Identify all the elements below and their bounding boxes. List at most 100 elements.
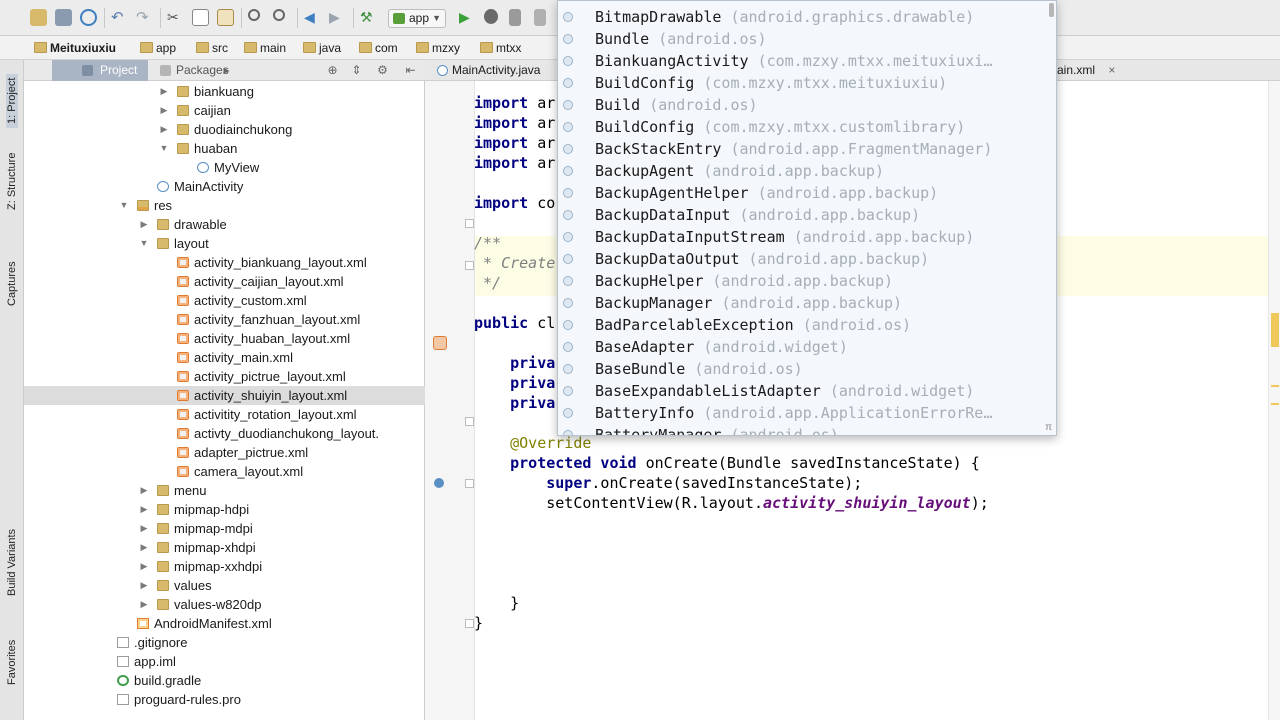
collapse-all-icon[interactable]: ⇕ — [350, 64, 363, 77]
completion-item[interactable]: BackupDataInputStream (android.app.backu… — [558, 226, 1046, 248]
tree-item[interactable]: adapter_pictrue.xml — [24, 443, 425, 462]
redo-icon[interactable]: ↷ — [136, 9, 153, 26]
breadcrumb-item[interactable]: src — [196, 40, 228, 56]
completion-item[interactable]: BackupDataOutput (android.app.backup) — [558, 248, 1046, 270]
make-project-hammer-icon[interactable]: ⚒ — [360, 9, 377, 26]
back-arrow-icon[interactable]: ◀ — [304, 9, 321, 26]
completion-item[interactable]: BatteryInfo (android.app.ApplicationErro… — [558, 402, 1046, 424]
tree-item[interactable]: MainActivity — [24, 177, 425, 196]
tree-item[interactable]: ▶ mipmap-xhdpi — [24, 538, 425, 557]
expand-right-icon[interactable]: ▶ — [159, 82, 169, 101]
completion-item[interactable]: BuildConfig (com.mzxy.mtxx.meituxiuxiu) — [558, 72, 1046, 94]
run-icon[interactable]: ▶ — [459, 9, 476, 26]
tree-item[interactable]: ▶ caijian — [24, 101, 425, 120]
captures-tool-tab[interactable]: Captures — [6, 261, 18, 306]
fold-marker[interactable] — [465, 219, 474, 228]
open-folder-icon[interactable] — [30, 9, 47, 26]
tree-item[interactable]: activity_huaban_layout.xml — [24, 329, 425, 348]
fold-marker[interactable] — [465, 417, 474, 426]
completion-item[interactable]: BaseExpandableListAdapter (android.widge… — [558, 380, 1046, 402]
tab-project[interactable]: Project — [52, 60, 148, 81]
save-all-icon[interactable] — [55, 9, 72, 26]
code-line[interactable]: import ar — [474, 153, 555, 173]
find-icon[interactable] — [248, 9, 260, 21]
tree-item[interactable]: ▶ mipmap-mdpi — [24, 519, 425, 538]
code-line[interactable]: } — [474, 593, 519, 613]
breadcrumb-item[interactable]: main — [244, 40, 286, 56]
tree-item[interactable]: build.gradle — [24, 671, 425, 690]
debug-icon[interactable] — [484, 9, 498, 24]
code-line[interactable]: setContentView(R.layout.activity_shuiyin… — [474, 493, 989, 513]
breadcrumb-item[interactable]: Meituxiuxiu — [34, 40, 116, 56]
completion-item[interactable]: BackupAgentHelper (android.app.backup) — [558, 182, 1046, 204]
expand-right-icon[interactable]: ▶ — [139, 557, 149, 576]
tree-item[interactable]: camera_layout.xml — [24, 462, 425, 481]
attach-debugger-icon[interactable] — [534, 9, 546, 26]
activity-layout-marker-icon[interactable] — [433, 336, 447, 350]
expand-right-icon[interactable]: ▶ — [159, 120, 169, 139]
tree-item[interactable]: ▶ drawable — [24, 215, 425, 234]
code-completion-popup[interactable]: BitmapDrawable (android.graphics.drawabl… — [557, 0, 1057, 436]
completion-item[interactable]: BackupManager (android.app.backup) — [558, 292, 1046, 314]
breadcrumb-item[interactable]: mtxx — [480, 40, 521, 56]
code-line[interactable]: import ar — [474, 93, 555, 113]
override-method-icon[interactable] — [434, 478, 444, 488]
tree-item[interactable]: activity_main.xml — [24, 348, 425, 367]
tree-item[interactable]: ▼ res — [24, 196, 425, 215]
sync-icon[interactable] — [80, 9, 97, 26]
code-line[interactable]: priva — [474, 353, 555, 373]
completion-scrollbar-thumb[interactable] — [1049, 3, 1054, 17]
breadcrumb-item[interactable]: com — [359, 40, 398, 56]
tree-item[interactable]: activity_pictrue_layout.xml — [24, 367, 425, 386]
run-configuration-dropdown[interactable]: app ▼ — [388, 9, 446, 28]
gear-icon[interactable]: ⚙ — [376, 64, 389, 77]
completion-item[interactable]: BackupDataInput (android.app.backup) — [558, 204, 1046, 226]
tree-item[interactable]: .gitignore — [24, 633, 425, 652]
tree-item[interactable]: ▶ values — [24, 576, 425, 595]
favorites-tool-tab[interactable]: Favorites — [6, 640, 18, 685]
tree-item[interactable]: activitity_rotation_layout.xml — [24, 405, 425, 424]
completion-item[interactable]: BackStackEntry (android.app.FragmentMana… — [558, 138, 1046, 160]
undo-icon[interactable]: ↶ — [111, 9, 128, 26]
completion-item[interactable]: Build (android.os) — [558, 94, 1046, 116]
tree-item[interactable]: ▶ menu — [24, 481, 425, 500]
replace-icon[interactable] — [273, 9, 285, 21]
expand-right-icon[interactable]: ▶ — [139, 215, 149, 234]
warning-stripe-mark[interactable] — [1271, 403, 1279, 405]
tree-item[interactable]: proguard-rules.pro — [24, 690, 425, 709]
completion-item[interactable]: Bundle (android.os) — [558, 28, 1046, 50]
fold-marker[interactable] — [465, 261, 474, 270]
code-line[interactable]: public cl — [474, 313, 555, 333]
code-line[interactable]: import co — [474, 193, 555, 213]
structure-tool-tab[interactable]: Z: Structure — [6, 153, 18, 210]
hide-panel-icon[interactable]: ⇤ — [404, 64, 417, 77]
completion-item[interactable]: BadParcelableException (android.os) — [558, 314, 1046, 336]
breadcrumb-item[interactable]: java — [303, 40, 341, 56]
code-line[interactable]: import ar — [474, 133, 555, 153]
profile-icon[interactable] — [509, 9, 521, 26]
code-line[interactable]: super.onCreate(savedInstanceState); — [474, 473, 862, 493]
expand-right-icon[interactable]: ▶ — [139, 595, 149, 614]
code-line[interactable]: } — [474, 613, 483, 633]
code-line[interactable]: priva — [474, 393, 555, 413]
completion-item[interactable]: BiankuangActivity (com.mzxy.mtxx.meituxi… — [558, 50, 1046, 72]
completion-item[interactable]: BaseAdapter (android.widget) — [558, 336, 1046, 358]
code-line[interactable]: import ar — [474, 113, 555, 133]
completion-item[interactable]: BaseBundle (android.os) — [558, 358, 1046, 380]
forward-arrow-icon[interactable]: ▶ — [329, 9, 346, 26]
tree-item[interactable]: activity_caijian_layout.xml — [24, 272, 425, 291]
tab-packages[interactable]: Packages — [158, 60, 229, 81]
code-line[interactable]: @Override — [474, 433, 591, 453]
tree-item[interactable]: ▶ mipmap-xxhdpi — [24, 557, 425, 576]
code-line[interactable]: priva — [474, 373, 555, 393]
tree-item[interactable]: ▶ duodiainchukong — [24, 120, 425, 139]
expand-down-icon[interactable]: ▼ — [139, 234, 149, 253]
tree-item[interactable]: ▼ layout — [24, 234, 425, 253]
fold-marker[interactable] — [465, 619, 474, 628]
close-icon[interactable]: × — [1108, 63, 1115, 77]
scroll-to-source-icon[interactable]: ⊕ — [326, 64, 339, 77]
code-line[interactable]: protected void onCreate(Bundle savedInst… — [474, 453, 980, 473]
tree-item[interactable]: activity_biankuang_layout.xml — [24, 253, 425, 272]
tree-item[interactable]: MyView — [24, 158, 425, 177]
build-variants-tool-tab[interactable]: Build Variants — [6, 529, 18, 596]
